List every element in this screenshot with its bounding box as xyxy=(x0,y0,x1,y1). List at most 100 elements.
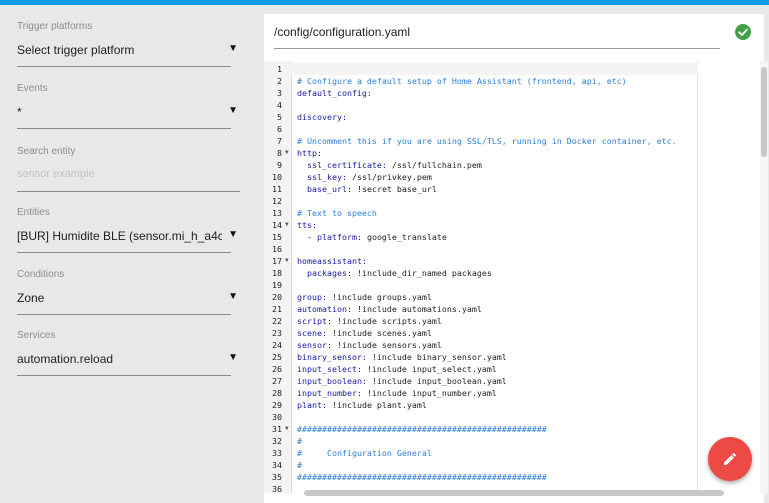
code-line[interactable]: 3 default_config: xyxy=(264,87,698,99)
code-line[interactable]: 23 scene: !include scenes.yaml xyxy=(264,327,698,339)
edit-fab-button[interactable] xyxy=(708,437,752,481)
line-number: 9 xyxy=(277,160,282,170)
dropdown-arrow-icon: ▼ xyxy=(228,229,238,240)
code-line[interactable]: 20 group: !include groups.yaml xyxy=(264,291,698,303)
line-number: 35 xyxy=(272,472,282,482)
code-line[interactable]: 34 # xyxy=(264,459,698,471)
code-text: base_url: !secret base_url xyxy=(307,184,437,194)
fold-toggle-icon[interactable]: ▼ xyxy=(285,219,289,231)
file-path: /config/configuration.yaml xyxy=(274,25,411,39)
entities-label: Entities xyxy=(17,207,50,218)
trigger-platforms-value: Select trigger platform xyxy=(17,43,135,57)
line-number: 17 xyxy=(272,256,282,266)
code-text: default_config: xyxy=(297,88,372,98)
underline xyxy=(17,191,240,192)
line-number: 6 xyxy=(277,124,282,134)
code-line[interactable]: 18 packages: !include_dir_named packages xyxy=(264,267,698,279)
code-text: scene: !include scenes.yaml xyxy=(297,328,432,338)
line-number: 33 xyxy=(272,448,282,458)
code-text: # Text to speech xyxy=(297,208,377,218)
trigger-platforms-label: Trigger platforms xyxy=(17,21,93,32)
sidebar: Trigger platforms Select trigger platfor… xyxy=(0,5,250,503)
code-text: ssl_certificate: /ssl/fullchain.pem xyxy=(307,160,482,170)
line-number: 10 xyxy=(272,172,282,182)
code-text: # Uncomment this if you are using SSL/TL… xyxy=(297,136,677,146)
code-text: ########################################… xyxy=(297,472,547,482)
code-line[interactable]: 2 # Configure a default setup of Home Ass… xyxy=(264,75,698,87)
line-number: 34 xyxy=(272,460,282,470)
code-text: script: !include scripts.yaml xyxy=(297,316,442,326)
fold-toggle-icon[interactable]: ▼ xyxy=(285,423,289,435)
code-line[interactable]: 12 xyxy=(264,195,698,207)
line-number: 7 xyxy=(277,136,282,146)
line-number: 22 xyxy=(272,316,282,326)
code-line[interactable]: 5 discovery: xyxy=(264,111,698,123)
fold-toggle-icon[interactable]: ▼ xyxy=(285,147,289,159)
code-line[interactable]: 16 xyxy=(264,243,698,255)
underline xyxy=(17,66,231,67)
scroll-thumb[interactable] xyxy=(761,67,767,157)
dropdown-arrow-icon: ▼ xyxy=(228,352,238,363)
code-line[interactable]: 22 script: !include scripts.yaml xyxy=(264,315,698,327)
line-number: 15 xyxy=(272,232,282,242)
horizontal-scrollbar[interactable] xyxy=(264,489,760,497)
code-text: binary_sensor: !include binary_sensor.ya… xyxy=(297,352,507,362)
code-editor[interactable]: 1 2 # Configure a default setup of Home As… xyxy=(264,61,756,493)
file-path-underline xyxy=(274,48,720,49)
code-text: discovery: xyxy=(297,112,347,122)
line-number: 27 xyxy=(272,376,282,386)
code-line[interactable]: 9 ssl_certificate: /ssl/fullchain.pem xyxy=(264,159,698,171)
code-text: # Configure a default setup of Home Assi… xyxy=(297,76,627,86)
code-line[interactable]: 10 ssl_key: /ssl/privkey.pem xyxy=(264,171,698,183)
code-line[interactable]: 11 base_url: !secret base_url xyxy=(264,183,698,195)
line-number: 32 xyxy=(272,436,282,446)
vertical-scrollbar[interactable] xyxy=(760,61,768,493)
code-line[interactable]: 4 xyxy=(264,99,698,111)
code-line[interactable]: 19 xyxy=(264,279,698,291)
code-line[interactable]: 8 ▼ http: xyxy=(264,147,698,159)
line-number: 19 xyxy=(272,280,282,290)
line-number: 30 xyxy=(272,412,282,422)
code-line[interactable]: 33 # Configuration General xyxy=(264,447,698,459)
entities-value: [BUR] Humidite BLE (sensor.mi_h_a4c138..… xyxy=(17,229,222,243)
code-line[interactable]: 17 ▼ homeassistant: xyxy=(264,255,698,267)
line-number: 21 xyxy=(272,304,282,314)
code-text: - platform: google_translate xyxy=(297,232,447,242)
check-circle-icon xyxy=(735,24,751,40)
code-line[interactable]: 21 automation: !include automations.yaml xyxy=(264,303,698,315)
scroll-thumb[interactable] xyxy=(304,490,724,496)
events-value: * xyxy=(17,105,22,119)
code-line[interactable]: 26 input_select: !include input_select.ya… xyxy=(264,363,698,375)
code-text: packages: !include_dir_named packages xyxy=(307,268,492,278)
code-text: sensor: !include sensors.yaml xyxy=(297,340,442,350)
line-number: 4 xyxy=(277,100,282,110)
code-line[interactable]: 6 xyxy=(264,123,698,135)
code-line[interactable]: 7 # Uncomment this if you are using SSL/T… xyxy=(264,135,698,147)
code-line[interactable]: 29 plant: !include plant.yaml xyxy=(264,399,698,411)
code-line[interactable]: 32 # xyxy=(264,435,698,447)
search-entity-input[interactable]: sensor example xyxy=(17,168,222,180)
code-line[interactable]: 24 sensor: !include sensors.yaml xyxy=(264,339,698,351)
code-line[interactable]: 14 ▼ tts: xyxy=(264,219,698,231)
line-number: 3 xyxy=(277,88,282,98)
code-line[interactable]: 28 input_number: !include input_number.ya… xyxy=(264,387,698,399)
code-line[interactable]: 30 xyxy=(264,411,698,423)
line-number: 16 xyxy=(272,244,282,254)
code-line[interactable]: 15 - platform: google_translate xyxy=(264,231,698,243)
underline xyxy=(17,314,231,315)
code-text: input_boolean: !include input_boolean.ya… xyxy=(297,376,507,386)
code-line[interactable]: 1 xyxy=(264,63,698,75)
code-text: automation: !include automations.yaml xyxy=(297,304,482,314)
code-text: input_number: !include input_number.yaml xyxy=(297,388,497,398)
code-text: http: xyxy=(297,148,322,158)
conditions-value: Zone xyxy=(17,291,45,305)
code-line[interactable]: 35 ######################################… xyxy=(264,471,698,483)
code-line[interactable]: 31 ▼ #####################################… xyxy=(264,423,698,435)
code-line[interactable]: 27 input_boolean: !include input_boolean.… xyxy=(264,375,698,387)
fold-toggle-icon[interactable]: ▼ xyxy=(285,255,289,267)
code-line[interactable]: 13 # Text to speech xyxy=(264,207,698,219)
services-value: automation.reload xyxy=(17,352,114,366)
editor-panel: /config/configuration.yaml 1 2 # Configure… xyxy=(264,14,768,503)
events-label: Events xyxy=(17,83,48,94)
code-line[interactable]: 25 binary_sensor: !include binary_sensor.… xyxy=(264,351,698,363)
